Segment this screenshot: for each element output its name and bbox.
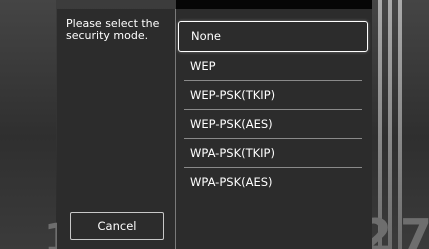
option-wpa-psk-tkip[interactable]: WPA-PSK(TKIP) bbox=[184, 139, 362, 168]
dialog-prompt: Please select the security mode. bbox=[66, 17, 160, 42]
option-wpa-psk-aes[interactable]: WPA-PSK(AES) bbox=[184, 168, 362, 197]
background-digit: 7 bbox=[400, 209, 429, 249]
tv-screen: 1 2 7 Please select the security mode. N… bbox=[0, 0, 429, 249]
option-wep[interactable]: WEP bbox=[184, 52, 362, 81]
cancel-button[interactable]: Cancel bbox=[70, 212, 164, 240]
option-wep-psk-tkip[interactable]: WEP-PSK(TKIP) bbox=[184, 81, 362, 110]
dialog-divider bbox=[175, 9, 176, 249]
option-none[interactable]: None bbox=[178, 21, 368, 52]
option-wep-psk-aes[interactable]: WEP-PSK(AES) bbox=[184, 110, 362, 139]
background-panel-left bbox=[0, 0, 56, 249]
security-mode-list: None WEP WEP-PSK(TKIP) WEP-PSK(AES) WPA-… bbox=[178, 21, 368, 197]
